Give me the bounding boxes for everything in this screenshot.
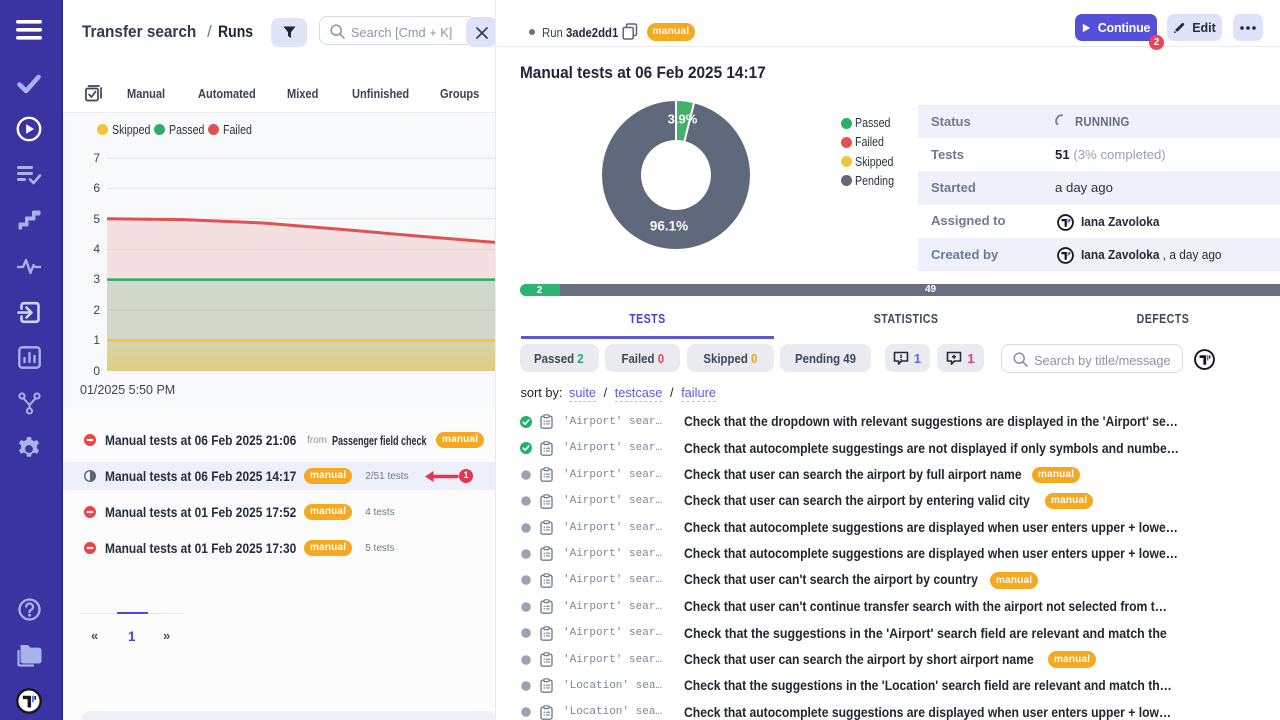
svg-text:3.9%: 3.9% bbox=[668, 112, 698, 127]
svg-text:96.1%: 96.1% bbox=[650, 219, 688, 234]
